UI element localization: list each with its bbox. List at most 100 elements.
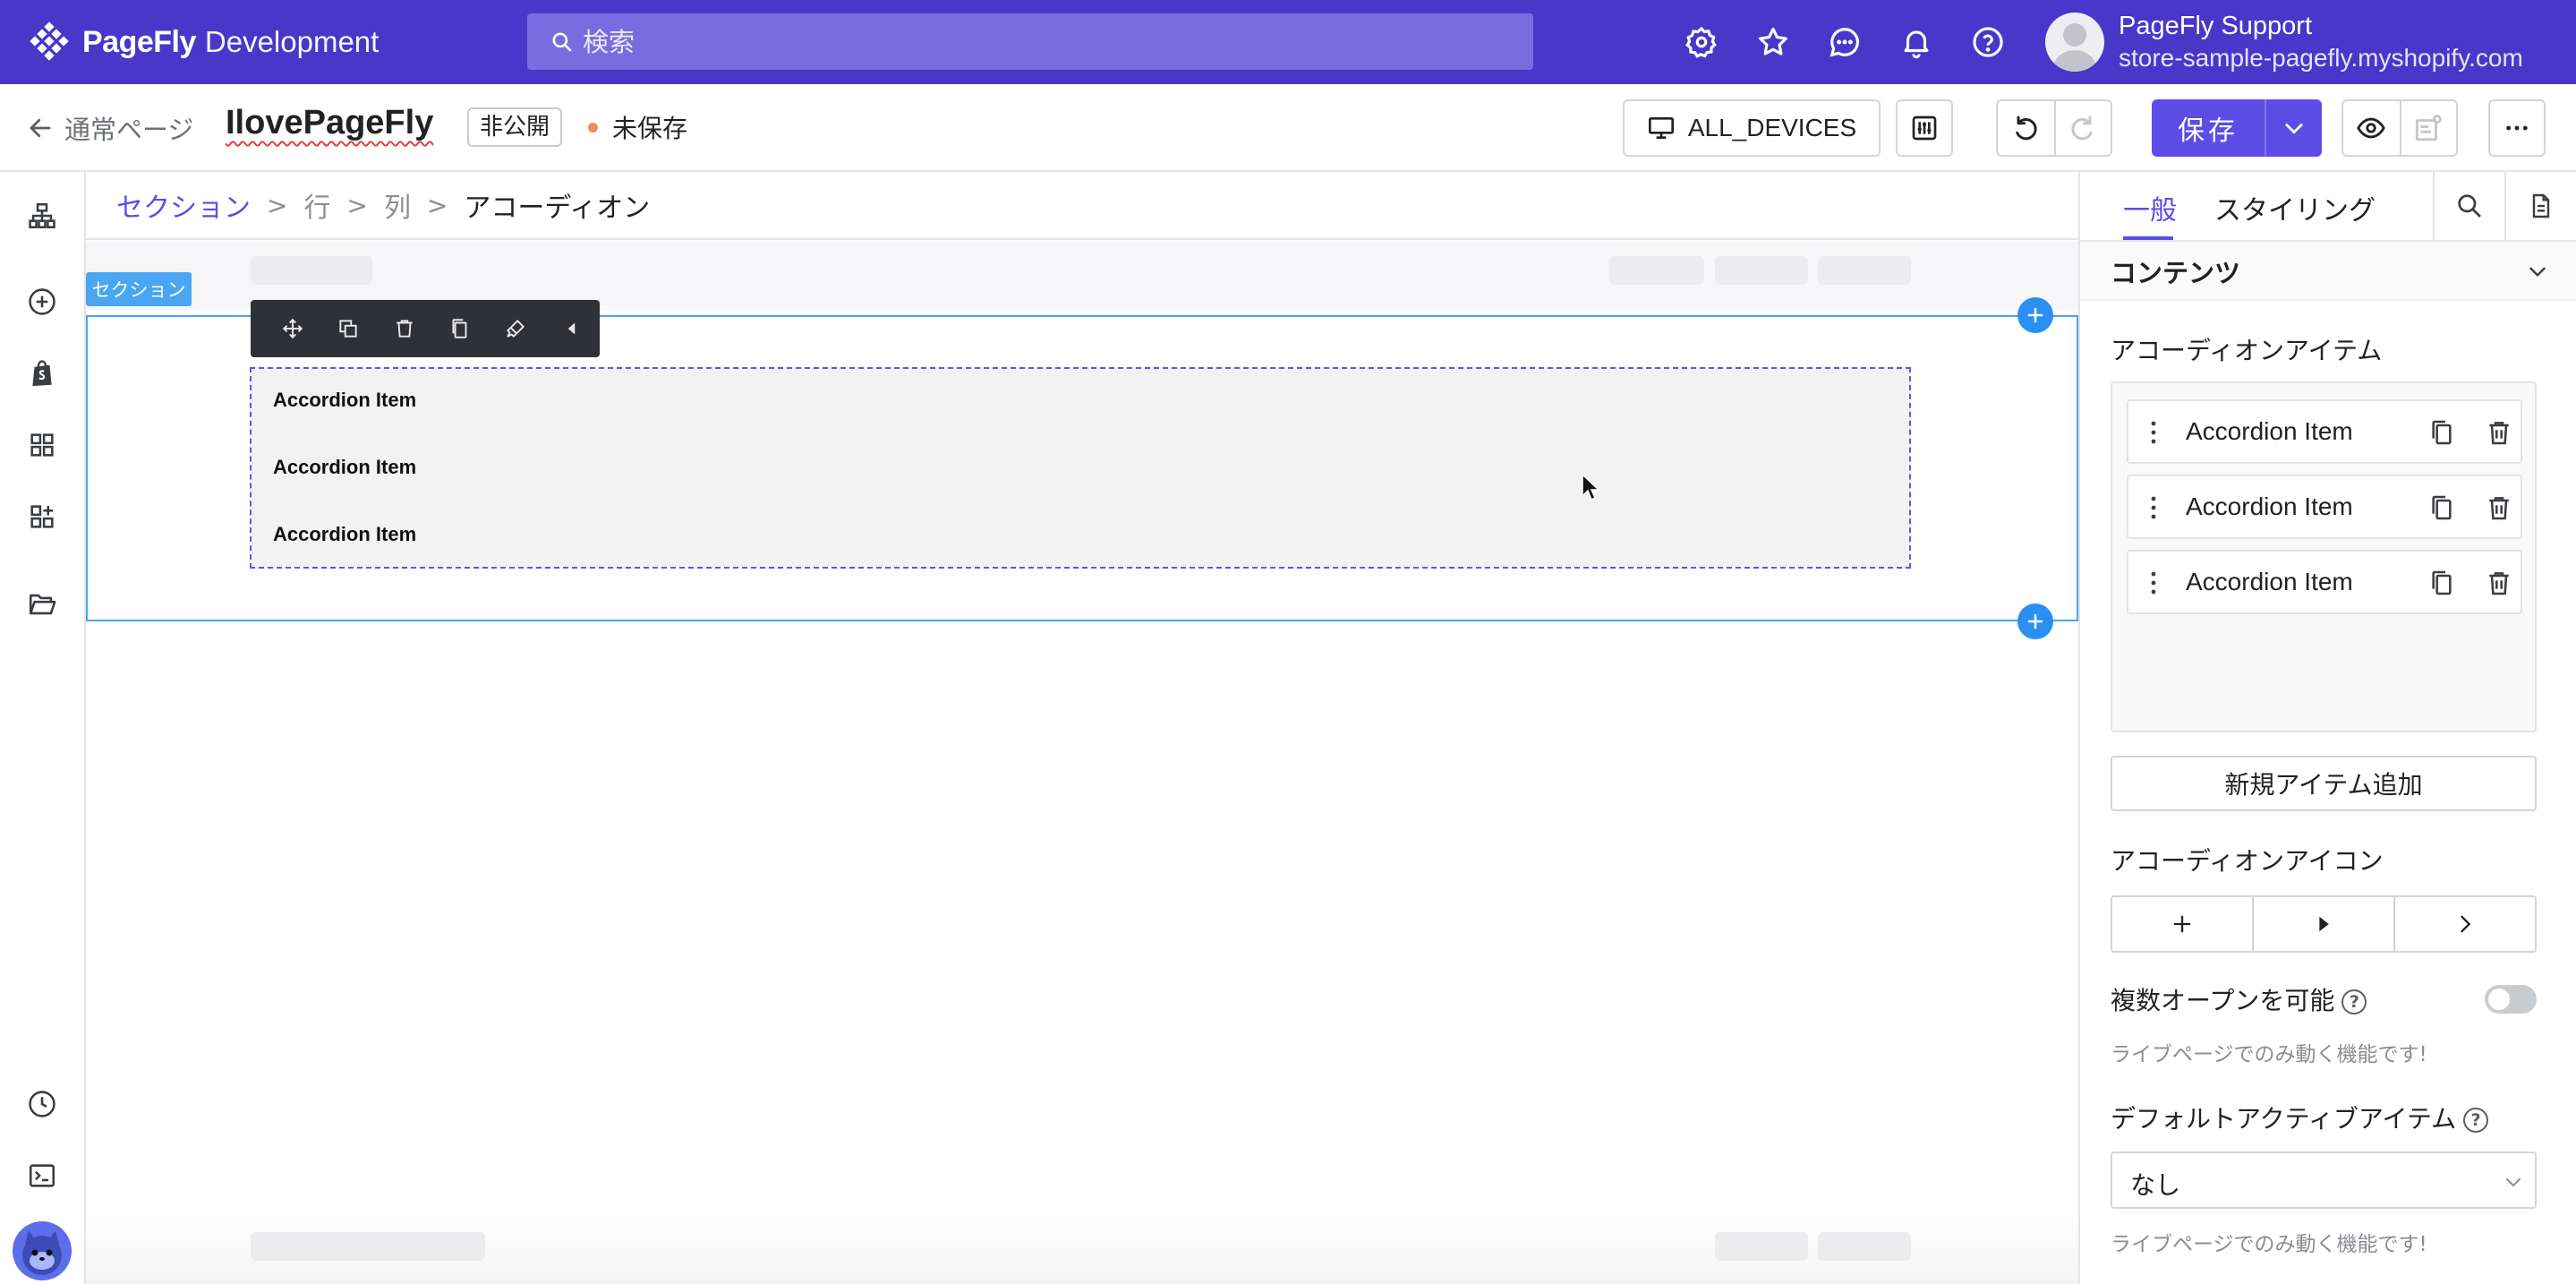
account-menu[interactable]: PageFly Support store-sample-pagefly.mys… (2045, 11, 2523, 73)
accordion-item-title[interactable]: Accordion Item (273, 456, 416, 479)
help-icon[interactable]: ? (2463, 1108, 2489, 1133)
list-item[interactable]: Accordion Item (2127, 550, 2522, 614)
plus-icon (2027, 307, 2043, 323)
accordion-item-title[interactable]: Accordion Item (273, 389, 416, 412)
placeholder-bar (1609, 256, 1704, 285)
account-name: PageFly Support (2119, 12, 2313, 40)
panel-document-button[interactable] (2504, 172, 2576, 240)
redo-icon (2071, 116, 2094, 141)
sliders-icon (1912, 116, 1937, 141)
copy-icon[interactable] (2427, 417, 2456, 448)
copy-icon[interactable] (2427, 492, 2456, 523)
delete-icon[interactable] (2485, 568, 2513, 598)
history-controls (1996, 99, 2112, 157)
search-input[interactable] (583, 26, 1478, 57)
collapse-icon[interactable] (544, 300, 600, 357)
mouse-cursor-icon (1582, 473, 1600, 501)
apps-add-icon[interactable] (25, 500, 59, 534)
chat-icon[interactable] (1826, 23, 1864, 61)
publish-button[interactable] (2399, 101, 2456, 155)
copy-icon[interactable] (2427, 568, 2456, 598)
save-state: 未保存 (588, 109, 687, 145)
chevron-down-icon (2529, 267, 2546, 278)
accordion-item-title[interactable]: Accordion Item (273, 523, 416, 546)
help-icon[interactable]: ? (2341, 989, 2367, 1014)
placeholder-bar (251, 1232, 485, 1261)
save-button[interactable]: 保存 (2152, 99, 2265, 157)
accordion-icon-selector (2111, 895, 2537, 953)
folder-icon[interactable] (25, 587, 59, 621)
arrow-left-icon (30, 118, 51, 138)
preview-controls (2341, 99, 2458, 157)
save-dropdown-button[interactable] (2265, 99, 2322, 157)
live-only-hint: ライブページでのみ動く機能です! (2111, 1043, 2427, 1066)
duplicate-icon[interactable] (320, 300, 376, 357)
style-brush-icon[interactable] (488, 300, 543, 357)
redo-button[interactable] (2053, 101, 2111, 155)
search-bar (527, 13, 1533, 70)
live-only-hint: ライブページでのみ動く機能です! (2111, 1233, 2427, 1256)
drag-handle-icon[interactable] (2145, 492, 2162, 523)
save-state-label: 未保存 (612, 114, 688, 143)
breadcrumb-column[interactable]: 列 (384, 185, 411, 225)
drag-handle-icon[interactable] (2145, 568, 2162, 598)
mascot-avatar[interactable] (13, 1221, 72, 1280)
content-section-header[interactable]: コンテンツ (2080, 242, 2576, 301)
status-badge[interactable]: 非公開 (467, 107, 563, 147)
add-circle-icon[interactable] (25, 285, 59, 319)
move-icon[interactable] (265, 300, 320, 357)
default-active-label: デフォルトアクティブアイテム? (2111, 1100, 2489, 1135)
multi-open-label: 複数オープンを可能? (2111, 981, 2367, 1017)
icon-option-plus[interactable] (2112, 897, 2252, 951)
delete-icon[interactable] (2485, 492, 2513, 523)
grid-icon[interactable] (25, 428, 59, 462)
undo-button[interactable] (1998, 101, 2054, 155)
delete-icon[interactable] (377, 300, 432, 357)
unsaved-dot (588, 122, 598, 133)
breadcrumb-separator: > (267, 190, 288, 220)
breadcrumb-row[interactable]: 行 (303, 185, 330, 225)
left-sidebar (0, 172, 86, 1284)
content-title: コンテンツ (2111, 258, 2241, 288)
accordion-element[interactable]: Accordion Item Accordion Item Accordion … (250, 367, 1911, 569)
terminal-icon[interactable] (25, 1159, 59, 1193)
tab-styling[interactable]: スタイリング (2214, 188, 2376, 227)
section-tag[interactable]: セクション (86, 272, 192, 306)
add-item-button[interactable]: 新規アイテム追加 (2111, 756, 2537, 811)
help-icon[interactable] (1969, 23, 2007, 61)
more-options-button[interactable] (2488, 99, 2546, 157)
multi-open-toggle[interactable] (2485, 985, 2537, 1014)
page-title[interactable]: IlovePageFly (226, 104, 433, 142)
tab-general[interactable]: 一般 (2123, 188, 2177, 227)
list-item[interactable]: Accordion Item (2127, 399, 2522, 464)
add-section-below-button[interactable] (2017, 603, 2053, 639)
breadcrumb: セクション > 行 > 列 > アコーディオン (86, 172, 2078, 240)
icon-option-triangle[interactable] (2252, 897, 2393, 951)
editor-canvas[interactable]: セクション > 行 > 列 > アコーディオン セクション Accordion … (86, 172, 2078, 1284)
add-section-above-button[interactable] (2017, 297, 2053, 333)
icon-option-chevron[interactable] (2393, 897, 2535, 951)
sitemap-icon[interactable] (25, 199, 59, 233)
brand[interactable]: PageFly Development (29, 20, 379, 64)
delete-icon[interactable] (2485, 417, 2513, 448)
drag-handle-icon[interactable] (2145, 417, 2162, 448)
page-settings-button[interactable] (1896, 99, 1953, 157)
list-item[interactable]: Accordion Item (2127, 475, 2522, 539)
preview-button[interactable] (2343, 101, 2400, 155)
placeholder-bar (1818, 256, 1911, 285)
history-icon[interactable] (25, 1087, 59, 1121)
breadcrumb-section[interactable]: セクション (116, 185, 251, 225)
star-icon[interactable] (1754, 23, 1792, 61)
shopify-icon[interactable] (25, 356, 59, 390)
default-active-select[interactable]: なし (2111, 1151, 2537, 1209)
copy-icon[interactable] (432, 300, 488, 357)
bell-icon[interactable] (1898, 23, 1935, 61)
settings-icon[interactable] (1683, 23, 1720, 61)
more-horizontal-icon (2506, 125, 2528, 131)
brand-name: PageFly (82, 24, 196, 59)
properties-panel: 一般 スタイリング コンテンツ アコーディオンアイテム Accordion It… (2078, 172, 2576, 1284)
panel-search-button[interactable] (2433, 172, 2504, 240)
back-button[interactable]: 通常ページ (27, 109, 193, 147)
device-selector[interactable]: ALL_DEVICES (1623, 99, 1881, 157)
publish-icon (2416, 115, 2443, 141)
